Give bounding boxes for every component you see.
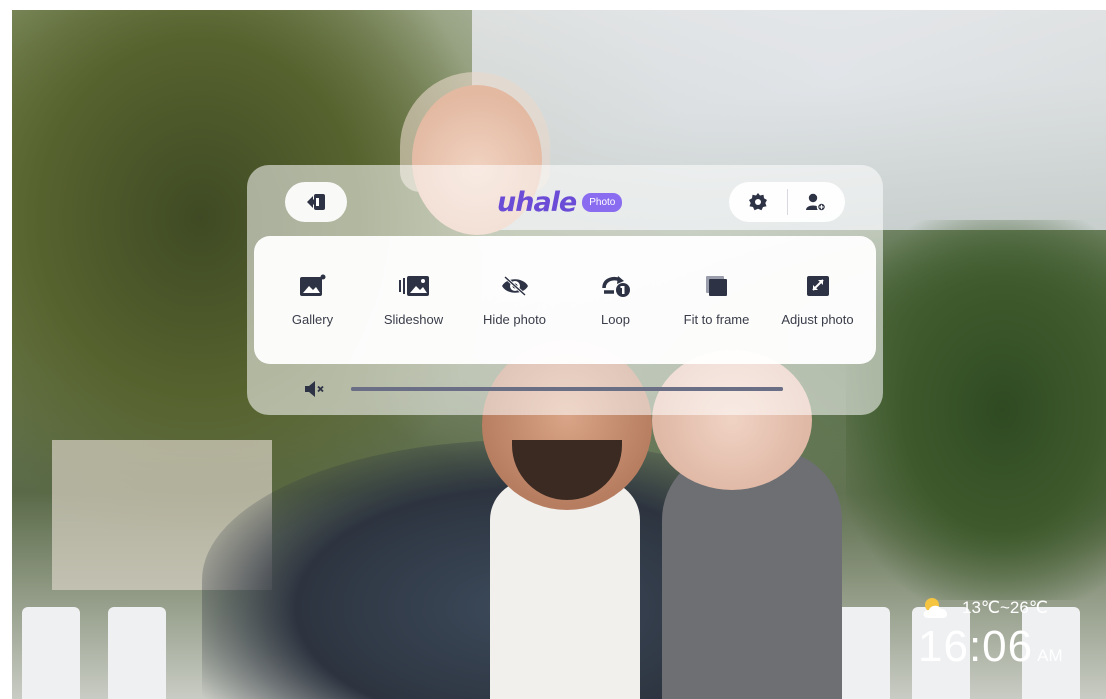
exit-icon (307, 194, 325, 210)
settings-button[interactable] (729, 182, 787, 222)
volume-control (303, 377, 803, 401)
menu-item-label: Loop (601, 311, 630, 327)
exit-button[interactable] (285, 182, 347, 222)
fit-to-frame-icon (705, 275, 727, 296)
clock: 16:06 AM (918, 622, 1063, 672)
menu-item-label: Slideshow (383, 311, 444, 327)
slideshow-icon (398, 275, 429, 296)
menu-item-gallery[interactable]: Gallery (265, 274, 361, 327)
mute-icon[interactable] (303, 379, 327, 399)
loop-icon (601, 275, 630, 297)
menu-item-label: Fit to frame (683, 311, 750, 327)
fence-post (108, 607, 166, 699)
menu-item-loop[interactable]: Loop (568, 274, 664, 327)
menu-item-label: Hide photo (483, 311, 546, 327)
hedge (846, 220, 1106, 600)
menu-item-slideshow[interactable]: Slideshow (366, 274, 462, 327)
volume-slider[interactable] (351, 387, 783, 391)
menu-item-hide-photo[interactable]: Hide photo (467, 274, 563, 327)
logo-wordmark: uhale (497, 186, 577, 218)
clock-ampm: AM (1037, 646, 1063, 665)
logo-badge: Photo (582, 192, 623, 212)
action-menu: Gallery Slideshow Hide photo Loop Fit to… (254, 236, 876, 364)
account-button[interactable] (787, 182, 845, 222)
temperature-range: 13℃~26℃ (962, 598, 1048, 617)
menu-item-label: Adjust photo (781, 311, 854, 327)
gallery-icon (299, 274, 325, 296)
weather-widget: 13℃~26℃ (920, 596, 1048, 620)
gear-icon (748, 193, 767, 211)
fence-post (22, 607, 80, 699)
add-user-icon (806, 193, 827, 212)
menu-item-fit-to-frame[interactable]: Fit to frame (669, 274, 765, 327)
partly-cloudy-icon (923, 598, 948, 618)
header-actions (729, 182, 845, 222)
volume-slider-fill (351, 387, 783, 391)
adjust-photo-icon (806, 275, 829, 296)
man-shirt (490, 480, 640, 699)
menu-item-label: Gallery (291, 311, 334, 327)
control-panel: uhale Photo Gallery Slideshow Hide photo… (247, 165, 883, 415)
hide-photo-icon (501, 275, 528, 296)
clock-time: 16:06 (918, 622, 1034, 671)
app-logo: uhale Photo (497, 185, 623, 219)
menu-item-adjust-photo[interactable]: Adjust photo (770, 274, 866, 327)
